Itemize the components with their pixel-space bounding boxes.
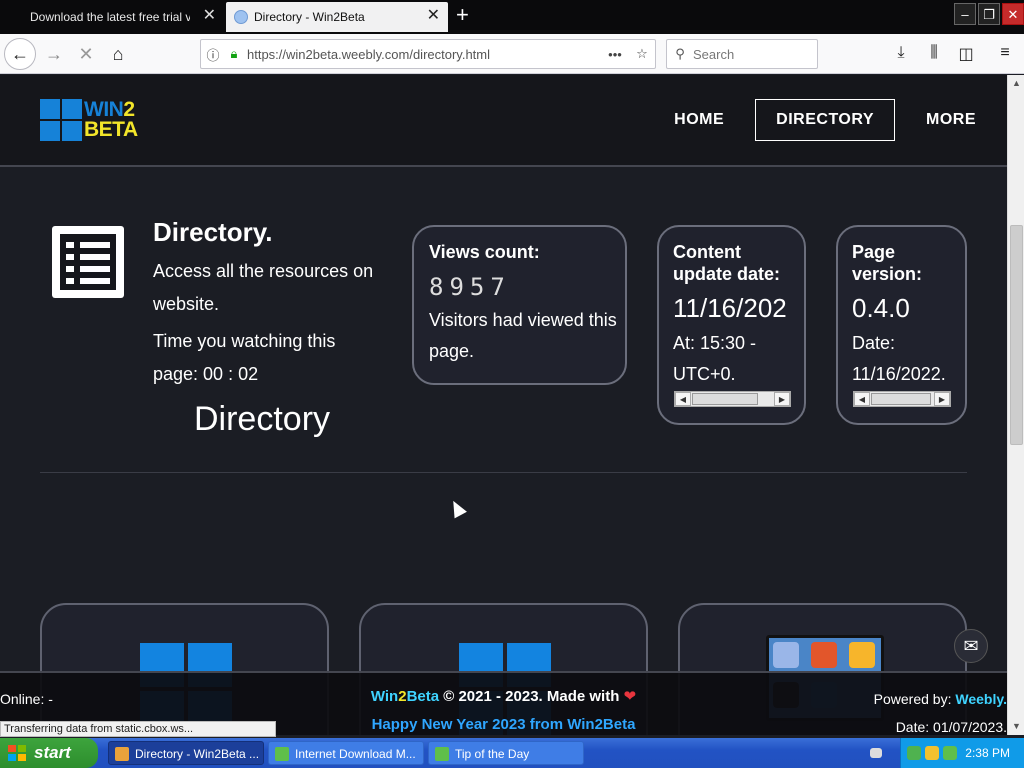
browser-tabbar: Download the latest free trial vers ✕ Di… — [0, 0, 1024, 34]
views-subtitle: Visitors had viewed this page. — [429, 310, 617, 361]
library-icon[interactable]: ⫼ — [923, 44, 945, 66]
taskbar-item-directory[interactable]: Directory - Win2Beta ... — [108, 741, 264, 765]
web-page: WIN2 BETA HOME DIRECTORY MORE Directory.… — [0, 75, 1007, 735]
scroll-up-icon[interactable]: ▲ — [1008, 75, 1024, 92]
search-placeholder: Search — [693, 46, 735, 62]
horizontal-scrollbar[interactable]: ◀ ▶ — [674, 391, 791, 407]
taskbar: start Directory - Win2Beta ... Internet … — [0, 738, 1024, 768]
close-icon[interactable]: ✕ — [427, 8, 440, 24]
weebly-link[interactable]: Weebly. — [955, 691, 1007, 707]
views-count-label: Views count: — [429, 242, 540, 262]
page-actions-icon[interactable]: ••• — [601, 47, 629, 62]
restore-button[interactable]: ❐ — [978, 3, 1000, 25]
browser-status-text: Transferring data from static.cbox.ws... — [0, 721, 276, 737]
version-date-value: 11/16/2022. — [852, 364, 946, 384]
tab-title: Directory - Win2Beta — [254, 10, 365, 24]
scroll-right-icon[interactable]: ▶ — [934, 392, 950, 406]
stop-button[interactable]: ✕ — [70, 38, 102, 70]
site-menu: HOME DIRECTORY MORE — [653, 99, 1007, 141]
minimize-button[interactable]: – — [954, 3, 976, 25]
scroll-left-icon[interactable]: ◀ — [854, 392, 870, 406]
shield-icon[interactable] — [925, 746, 939, 760]
menu-more[interactable]: MORE — [905, 99, 997, 141]
logo-text: WIN2 BETA — [84, 98, 138, 141]
list-icon — [52, 226, 124, 298]
divider — [40, 472, 967, 473]
heart-icon: ❤ — [623, 688, 637, 705]
download-icon[interactable]: ⤓ — [890, 44, 912, 66]
address-bar[interactable]: ⓘ 🔒︎ https://win2beta.weebly.com/directo… — [200, 39, 656, 69]
idm-icon — [275, 747, 289, 761]
menu-home[interactable]: HOME — [653, 99, 745, 141]
globe-icon — [234, 10, 248, 24]
menu-directory[interactable]: DIRECTORY — [755, 99, 895, 141]
network-icon[interactable] — [907, 746, 921, 760]
tab-title: Download the latest free trial vers — [30, 10, 190, 24]
footer-date: Date: 01/07/2023. — [895, 719, 1007, 735]
taskbar-item-tip[interactable]: Tip of the Day — [428, 741, 584, 765]
copyright-line: Win2Beta © 2021 - 2023. Made with ❤ — [370, 688, 637, 705]
info-icon[interactable]: ⓘ — [201, 45, 225, 64]
sidebar-icon[interactable]: ◫ — [955, 44, 977, 66]
page-scrollbar[interactable]: ▲ ▼ — [1007, 75, 1024, 735]
chat-icon[interactable]: ✉ — [954, 629, 988, 663]
home-button[interactable]: ⌂ — [102, 38, 134, 70]
task-label: Directory - Win2Beta ... — [135, 747, 260, 761]
scroll-down-icon[interactable]: ▼ — [1008, 718, 1024, 735]
page-description: Access all the resources on website. — [153, 261, 374, 314]
lock-icon[interactable]: 🔒︎ — [225, 46, 243, 62]
clock: 2:38 PM — [965, 746, 1010, 760]
windows-logo-icon — [40, 99, 82, 141]
update-date-label: Content update date: — [673, 242, 781, 284]
browser-navbar: ← → ✕ ⌂ ⓘ 🔒︎ https://win2beta.weebly.com… — [0, 34, 1024, 74]
update-time-value: At: 15:30 - UTC+0. — [673, 333, 757, 384]
scroll-right-icon[interactable]: ▶ — [774, 392, 790, 406]
keyboard-icon[interactable] — [870, 748, 882, 758]
page-version-value: 0.4.0 — [852, 293, 910, 323]
version-date-label: Date: — [852, 333, 896, 353]
search-icon: ⚲ — [675, 46, 685, 61]
horizontal-scrollbar[interactable]: ◀ ▶ — [853, 391, 951, 407]
scroll-thumb[interactable] — [692, 393, 758, 405]
windows-flag-icon — [8, 745, 26, 761]
site-header: WIN2 BETA HOME DIRECTORY MORE — [0, 75, 1007, 167]
views-count-card: Views count: 8957 Visitors had viewed th… — [412, 225, 627, 385]
page-version-label: Page version: — [852, 242, 923, 284]
content-update-card: Content update date: 11/16/202 At: 15:30… — [657, 225, 806, 425]
search-input[interactable]: ⚲ Search — [666, 39, 818, 69]
site-logo[interactable]: WIN2 BETA — [40, 99, 138, 141]
firefox-icon — [115, 747, 129, 761]
new-tab-button[interactable]: + — [456, 4, 469, 26]
scroll-left-icon[interactable]: ◀ — [675, 392, 691, 406]
task-label: Tip of the Day — [455, 747, 530, 761]
close-icon[interactable]: ✕ — [203, 8, 216, 24]
start-label: start — [34, 743, 71, 762]
system-tray: 2:38 PM — [900, 738, 1024, 768]
idm-icon — [435, 747, 449, 761]
scroll-thumb[interactable] — [871, 393, 931, 405]
start-button[interactable]: start — [0, 738, 98, 768]
scroll-thumb[interactable] — [1010, 225, 1023, 445]
section-heading: Directory — [194, 400, 331, 438]
time-watching-text: Time you watching this page: 00 : 02 — [153, 331, 336, 384]
page-title: Directory. — [153, 217, 273, 247]
footer-right: Powered by: Weebly. Date: 01/07/2023. — [874, 685, 1007, 735]
bookmark-star-icon[interactable]: ☆ — [629, 46, 655, 62]
tab-directory[interactable]: Directory - Win2Beta ✕ — [226, 2, 448, 32]
views-counter: 8957 — [429, 273, 511, 301]
update-date-value: 11/16/202 — [673, 293, 787, 323]
menu-icon[interactable]: ≡ — [994, 44, 1016, 66]
window-close-button[interactable]: ✕ — [1002, 3, 1024, 25]
url-text[interactable]: https://win2beta.weebly.com/directory.ht… — [243, 47, 601, 62]
window-controls: – ❐ ✕ — [952, 3, 1024, 25]
taskbar-item-idm[interactable]: Internet Download M... — [268, 741, 424, 765]
powered-by: Powered by: Weebly. — [873, 691, 1007, 707]
idm-tray-icon[interactable] — [943, 746, 957, 760]
tab-download-trial[interactable]: Download the latest free trial vers ✕ — [0, 2, 224, 32]
forward-button[interactable]: → — [38, 38, 70, 70]
task-label: Internet Download M... — [295, 747, 416, 761]
back-button[interactable]: ← — [4, 38, 36, 70]
page-version-card: Page version: 0.4.0 Date: 11/16/2022. ◀ … — [836, 225, 967, 425]
